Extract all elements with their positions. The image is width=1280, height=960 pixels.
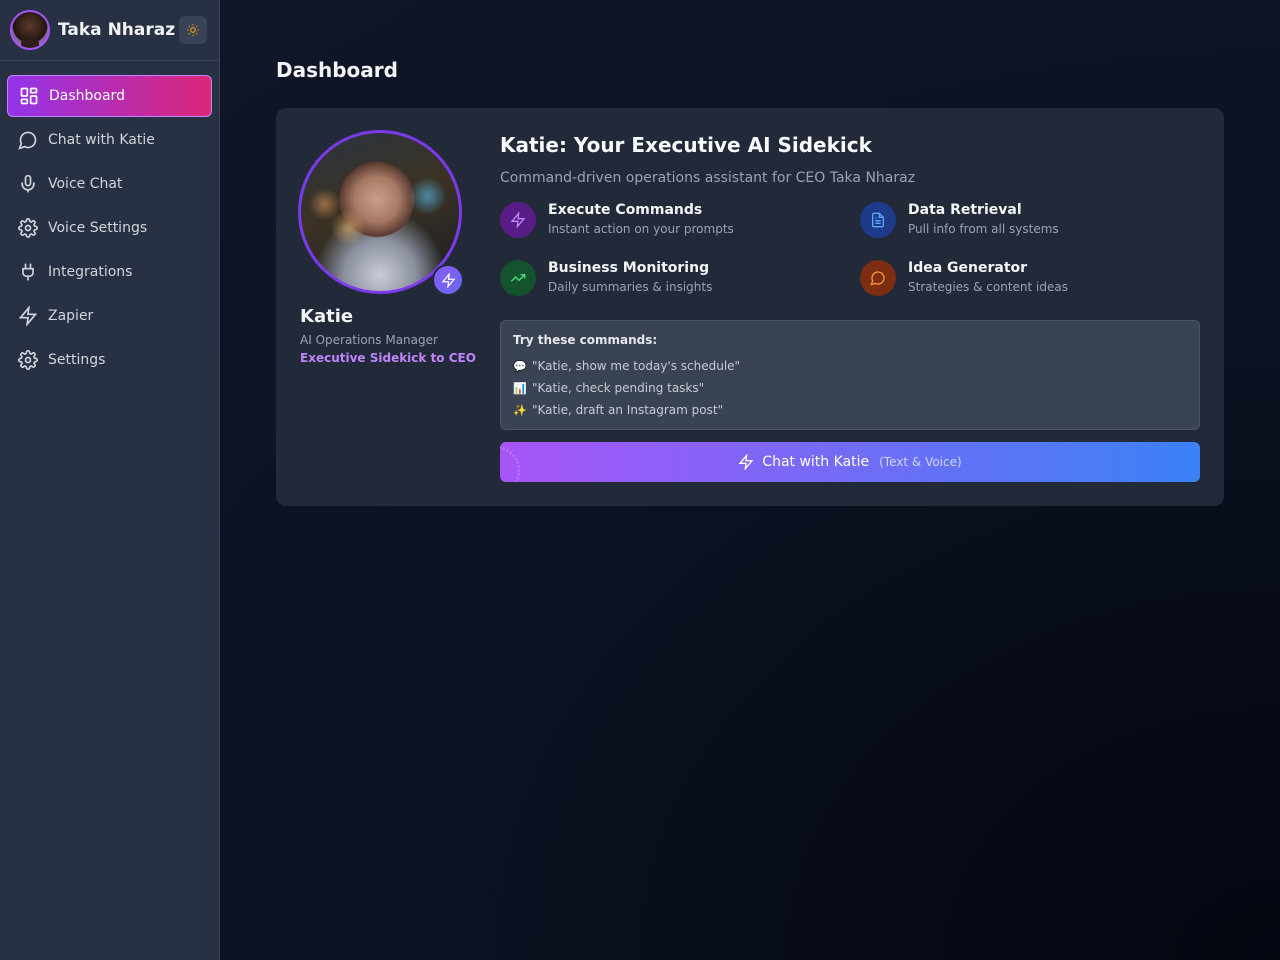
sidebar-item-label: Integrations [48,264,133,280]
feature-title: Data Retrieval [908,202,1022,218]
agent-name: Katie [300,306,354,327]
sidebar-item-chat-with-katie[interactable]: Chat with Katie [7,119,212,161]
sparkles-icon: ✨ [513,403,527,417]
chat-bubble-icon [18,130,38,150]
microphone-icon [18,174,38,194]
user-name: Taka Nharaz [58,20,176,40]
command-example[interactable]: ✨ "Katie, draft an Instagram post" [513,399,1187,421]
gear-icon [18,350,38,370]
commands-title: Try these commands: [513,333,658,347]
sidebar-item-label: Chat with Katie [48,132,155,148]
lightning-icon [441,272,455,288]
sidebar-item-label: Voice Settings [48,220,148,236]
command-text: "Katie, check pending tasks" [532,381,705,395]
chat-bubble-icon [860,260,896,296]
lightning-icon [738,454,754,470]
sidebar: Taka Nharaz Dashboard Chat with Katie Vo… [0,0,220,960]
trending-up-icon [500,260,536,296]
sidebar-item-label: Dashboard [49,88,125,104]
bar-chart-icon: 📊 [513,381,527,395]
feature-data-retrieval: Data Retrieval Pull info from all system… [860,202,1059,238]
gear-icon [18,218,38,238]
sidebar-item-voice-settings[interactable]: Voice Settings [7,207,212,249]
katie-intro-card: Katie AI Operations Manager Executive Si… [276,108,1224,506]
agent-tagline: Executive Sidekick to CEO [300,351,476,365]
feature-business-monitoring: Business Monitoring Daily summaries & in… [500,260,712,296]
page-title: Dashboard [276,58,398,82]
sidebar-item-label: Zapier [48,308,94,324]
lightning-icon [500,202,536,238]
card-subheadline: Command-driven operations assistant for … [500,170,916,186]
sidebar-item-dashboard[interactable]: Dashboard [7,75,212,117]
sidebar-item-voice-chat[interactable]: Voice Chat [7,163,212,205]
theme-toggle-button[interactable] [179,16,207,44]
feature-desc: Pull info from all systems [908,222,1059,236]
user-avatar[interactable] [10,10,50,50]
feature-title: Execute Commands [548,202,703,218]
command-example[interactable]: 📊 "Katie, check pending tasks" [513,377,1187,399]
feature-desc: Strategies & content ideas [908,280,1068,294]
feature-title: Business Monitoring [548,260,710,276]
portrait-badge [432,264,464,296]
profile-header: Taka Nharaz [0,0,219,61]
feature-execute-commands: Execute Commands Instant action on your … [500,202,734,238]
sidebar-item-label: Voice Chat [48,176,123,192]
example-commands-box: Try these commands: 💬 "Katie, show me to… [500,320,1200,430]
document-icon [860,202,896,238]
sidebar-nav: Dashboard Chat with Katie Voice Chat Voi… [0,61,219,397]
cta-label: Chat with Katie [762,454,870,470]
dashboard-icon [19,86,39,106]
command-text: "Katie, draft an Instagram post" [532,403,724,417]
button-ripple [500,446,520,482]
sidebar-item-zapier[interactable]: Zapier [7,295,212,337]
card-headline: Katie: Your Executive AI Sidekick [500,133,872,157]
speech-bubble-icon: 💬 [513,359,527,373]
cta-sublabel: (Text & Voice) [879,455,962,469]
feature-desc: Daily summaries & insights [548,280,713,294]
command-text: "Katie, show me today's schedule" [532,359,741,373]
sidebar-item-label: Settings [48,352,106,368]
plug-icon [18,262,38,282]
feature-desc: Instant action on your prompts [548,222,734,236]
feature-title: Idea Generator [908,260,1028,276]
lightning-icon [18,306,38,326]
agent-role: AI Operations Manager [300,333,438,347]
sun-icon [187,24,199,36]
sidebar-item-integrations[interactable]: Integrations [7,251,212,293]
sidebar-item-settings[interactable]: Settings [7,339,212,381]
command-example[interactable]: 💬 "Katie, show me today's schedule" [513,355,1187,377]
feature-idea-generator: Idea Generator Strategies & content idea… [860,260,1068,296]
chat-with-katie-button[interactable]: Chat with Katie (Text & Voice) [500,442,1200,482]
